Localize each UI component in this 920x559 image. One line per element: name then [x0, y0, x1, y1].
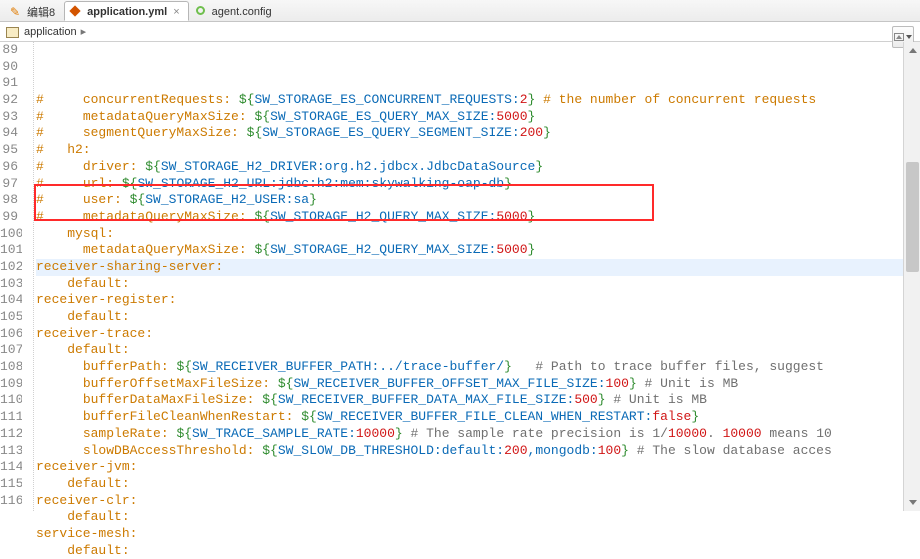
code-line[interactable]: bufferOffsetMaxFileSize: ${SW_RECEIVER_B… — [36, 376, 920, 393]
code-line[interactable]: receiver-register: — [36, 292, 920, 309]
code-line[interactable]: # user: ${SW_STORAGE_H2_USER:sa} — [36, 192, 920, 209]
line-number: 98 — [0, 192, 18, 209]
line-number-gutter: 8990919293949596979899100101102103104105… — [0, 42, 22, 511]
code-line[interactable]: receiver-trace: — [36, 326, 920, 343]
line-number: 93 — [0, 109, 18, 126]
line-number: 94 — [0, 125, 18, 142]
code-line[interactable]: bufferPath: ${SW_RECEIVER_BUFFER_PATH:..… — [36, 359, 920, 376]
line-number: 105 — [0, 309, 18, 326]
code-line[interactable]: service-mesh: — [36, 526, 920, 543]
line-number: 100 — [0, 226, 18, 243]
fold-gutter[interactable] — [22, 42, 34, 511]
code-line[interactable]: default: — [36, 476, 920, 493]
line-number: 101 — [0, 242, 18, 259]
breadcrumb: application ▸ — [0, 22, 920, 42]
vertical-scrollbar[interactable] — [903, 42, 920, 511]
line-number: 102 — [0, 259, 18, 276]
code-line[interactable]: default: — [36, 543, 920, 559]
line-number: 89 — [0, 42, 18, 59]
code-line[interactable]: # h2: — [36, 142, 920, 159]
line-number: 99 — [0, 209, 18, 226]
code-editor[interactable]: 8990919293949596979899100101102103104105… — [0, 42, 920, 511]
line-number: 91 — [0, 75, 18, 92]
code-line[interactable]: receiver-jvm: — [36, 459, 920, 476]
line-number: 107 — [0, 342, 18, 359]
code-line[interactable]: # metadataQueryMaxSize: ${SW_STORAGE_ES_… — [36, 109, 920, 126]
line-number: 97 — [0, 176, 18, 193]
close-icon[interactable]: × — [173, 6, 179, 18]
breadcrumb-item[interactable]: application — [24, 26, 77, 38]
scroll-down-icon[interactable] — [904, 494, 920, 511]
tab-edit8[interactable]: 编辑8 — [4, 1, 64, 21]
code-line[interactable]: default: — [36, 276, 920, 293]
line-number: 103 — [0, 276, 18, 293]
line-number: 115 — [0, 476, 18, 493]
line-number: 111 — [0, 409, 18, 426]
scroll-up-icon[interactable] — [904, 42, 920, 59]
code-line[interactable]: default: — [36, 309, 920, 326]
config-icon — [196, 6, 205, 15]
code-line[interactable]: bufferDataMaxFileSize: ${SW_RECEIVER_BUF… — [36, 392, 920, 409]
line-number: 110 — [0, 392, 18, 409]
tab-label: agent.config — [212, 6, 272, 18]
tab-application-yml[interactable]: application.yml × — [64, 1, 189, 21]
chevron-right-icon: ▸ — [81, 25, 87, 38]
chevron-down-icon — [906, 35, 912, 39]
code-line[interactable]: metadataQueryMaxSize: ${SW_STORAGE_H2_QU… — [36, 242, 920, 259]
yaml-icon — [69, 5, 80, 16]
editor-tabbar: 编辑8 application.yml × agent.config — [0, 0, 920, 22]
scrollbar-thumb[interactable] — [906, 162, 919, 272]
code-line[interactable]: mysql: — [36, 226, 920, 243]
code-line[interactable]: default: — [36, 342, 920, 359]
code-line[interactable]: receiver-sharing-server: — [36, 259, 920, 276]
line-number: 116 — [0, 493, 18, 510]
tab-label: 编辑8 — [27, 4, 55, 20]
line-number: 90 — [0, 59, 18, 76]
code-line[interactable]: default: — [36, 509, 920, 526]
line-number: 95 — [0, 142, 18, 159]
line-number: 109 — [0, 376, 18, 393]
code-line[interactable]: # metadataQueryMaxSize: ${SW_STORAGE_H2_… — [36, 209, 920, 226]
code-line[interactable]: # url: ${SW_STORAGE_H2_URL:jdbc:h2:mem:s… — [36, 176, 920, 193]
code-line[interactable]: bufferFileCleanWhenRestart: ${SW_RECEIVE… — [36, 409, 920, 426]
code-line[interactable]: receiver-clr: — [36, 493, 920, 510]
code-line[interactable]: slowDBAccessThreshold: ${SW_SLOW_DB_THRE… — [36, 443, 920, 460]
line-number: 108 — [0, 359, 18, 376]
code-line[interactable]: # concurrentRequests: ${SW_STORAGE_ES_CO… — [36, 92, 920, 109]
code-line[interactable]: sampleRate: ${SW_TRACE_SAMPLE_RATE:10000… — [36, 426, 920, 443]
tab-label: application.yml — [87, 6, 167, 18]
code-line[interactable]: # segmentQueryMaxSize: ${SW_STORAGE_ES_Q… — [36, 125, 920, 142]
code-line[interactable]: # driver: ${SW_STORAGE_H2_DRIVER:org.h2.… — [36, 159, 920, 176]
line-number: 92 — [0, 92, 18, 109]
pencil-icon — [10, 5, 22, 17]
image-icon — [894, 33, 904, 41]
file-icon — [6, 26, 18, 38]
line-number: 96 — [0, 159, 18, 176]
line-number: 113 — [0, 443, 18, 460]
line-number: 114 — [0, 459, 18, 476]
code-area[interactable]: # concurrentRequests: ${SW_STORAGE_ES_CO… — [34, 42, 920, 511]
line-number: 106 — [0, 326, 18, 343]
line-number: 112 — [0, 426, 18, 443]
line-number: 104 — [0, 292, 18, 309]
tab-agent-config[interactable]: agent.config — [189, 1, 281, 21]
